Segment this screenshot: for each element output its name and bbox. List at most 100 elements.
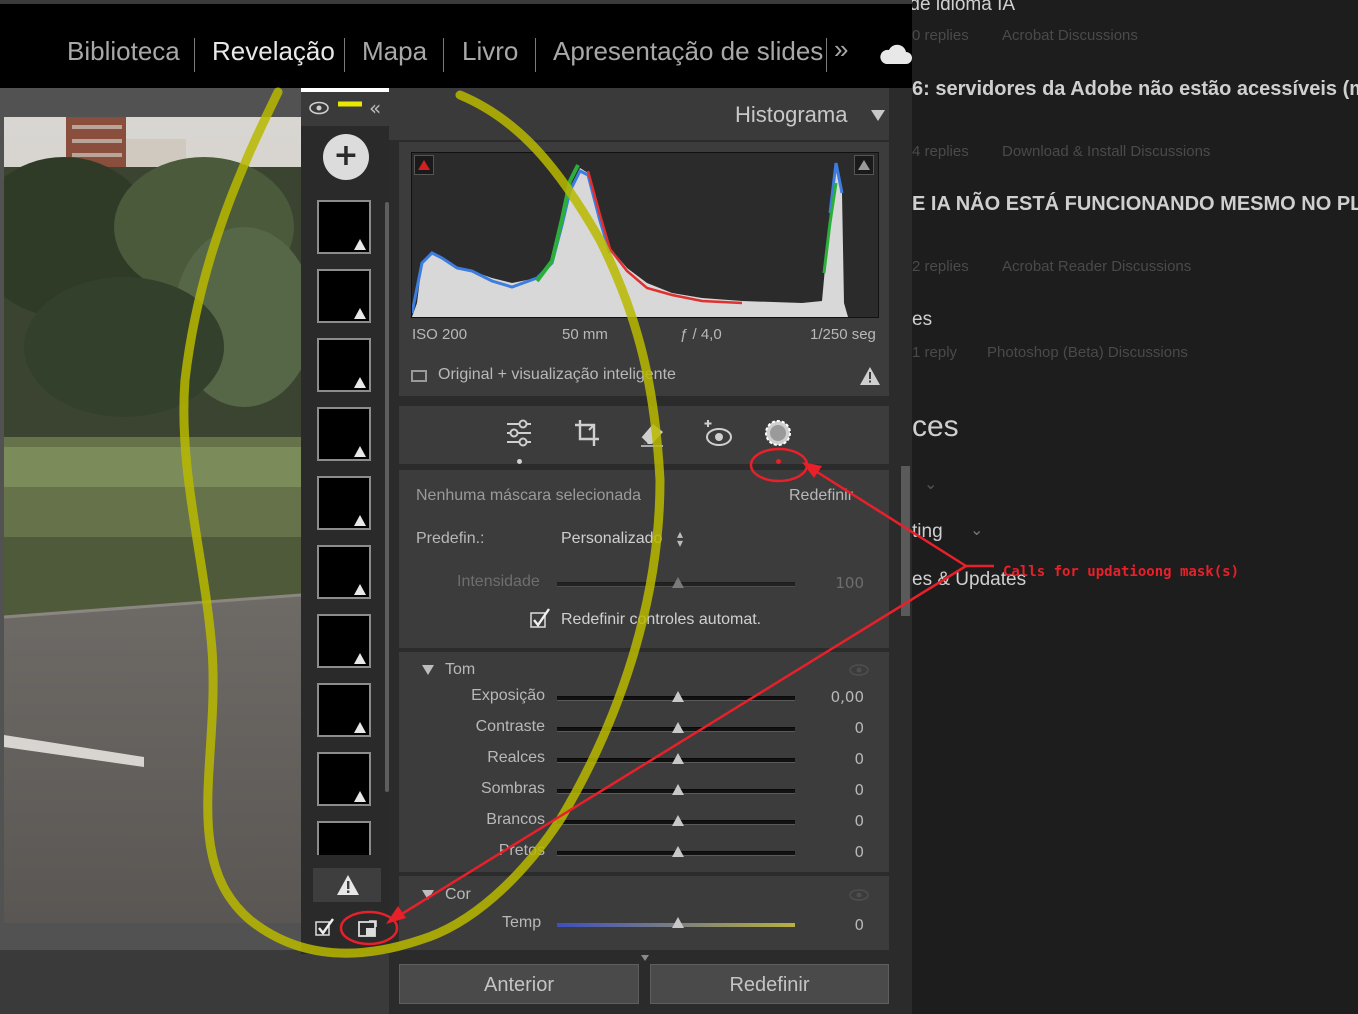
clipping-triangle-icon: [418, 160, 430, 170]
photo-image: [4, 117, 301, 923]
reset-button[interactable]: Redefinir: [650, 964, 889, 1004]
warning-icon: [354, 722, 366, 733]
masking-icon[interactable]: [763, 418, 793, 448]
bg-line: 6: servidores da Adobe não estão acessív…: [912, 78, 1358, 100]
bg-line: Acrobat Reader Discussions: [1002, 258, 1192, 275]
update-masks-icon[interactable]: [357, 918, 379, 938]
shadow-clipping-toggle[interactable]: [414, 155, 434, 175]
mask-thumbnail[interactable]: [317, 269, 371, 323]
mask-thumbnail[interactable]: [317, 338, 371, 392]
mask-thumbnail[interactable]: [317, 545, 371, 599]
photo-bottom-bar: [0, 950, 389, 1014]
tone-slider-knob[interactable]: [672, 753, 684, 764]
warning-icon[interactable]: [859, 366, 881, 386]
crop-icon[interactable]: [573, 418, 601, 448]
histogram-chart: [410, 162, 848, 317]
mask-panel: « +: [301, 92, 393, 954]
develop-panel: Histograma ISO 200 50 mm ƒ / 4,0 1/250 s…: [389, 88, 912, 1014]
more-modules-button[interactable]: »: [834, 34, 848, 65]
collapse-triangle-icon[interactable]: [422, 665, 434, 675]
bg-line: Acrobat Discussions: [1002, 27, 1138, 44]
exif-focal: 50 mm: [562, 326, 608, 343]
warning-button[interactable]: [313, 868, 381, 902]
module-revelacao[interactable]: Revelação: [212, 36, 335, 67]
tone-slider-value: 0: [854, 812, 864, 830]
photo-preview[interactable]: [4, 117, 301, 923]
tone-slider-knob[interactable]: [672, 784, 684, 795]
module-mapa[interactable]: Mapa: [362, 36, 427, 67]
mask-thumbnail[interactable]: [317, 683, 371, 737]
bg-line: ces: [912, 410, 959, 443]
module-livro[interactable]: Livro: [462, 36, 518, 67]
chevron-down-icon: ⌄: [924, 474, 938, 493]
auto-reset-checkbox[interactable]: [529, 607, 553, 629]
collapse-triangle-icon[interactable]: [422, 890, 434, 900]
warning-icon: [354, 584, 366, 595]
bg-line: 1 reply: [912, 344, 958, 361]
scroll-more-icon: [641, 955, 649, 961]
tone-slider-knob[interactable]: [672, 691, 684, 702]
preview-status: Original + visualização inteligente: [438, 366, 676, 383]
tone-slider-knob[interactable]: [672, 722, 684, 733]
clipping-triangle-icon: [858, 160, 870, 170]
edit-sliders-icon[interactable]: [505, 418, 533, 448]
tone-slider-knob[interactable]: [672, 815, 684, 826]
active-tool-dot: [517, 459, 522, 464]
warning-icon: [354, 515, 366, 526]
preset-select[interactable]: Personalizado: [561, 530, 662, 548]
histogram-title[interactable]: Histograma: [735, 102, 847, 128]
tone-slider-label: Sombras: [480, 780, 545, 797]
preview-icon: [411, 370, 427, 382]
warning-icon: [354, 239, 366, 250]
bg-line: Photoshop (Beta) Discussions: [987, 344, 1188, 361]
module-apresentacao[interactable]: Apresentação de slides: [553, 36, 823, 67]
red-eye-icon[interactable]: [703, 418, 733, 448]
intensity-knob[interactable]: [672, 577, 684, 588]
auto-reset-label: Redefinir controles automat.: [561, 611, 762, 628]
warning-icon: [354, 446, 366, 457]
mask-thumbnail[interactable]: [317, 200, 371, 254]
no-mask-label: Nenhuma máscara selecionada: [416, 487, 642, 504]
eye-icon[interactable]: [849, 889, 869, 901]
module-separator: [194, 38, 195, 72]
tone-slider-label: Realces: [487, 749, 545, 766]
temp-label: Temp: [502, 914, 542, 931]
tone-title[interactable]: Tom: [445, 661, 475, 679]
color-title[interactable]: Cor: [445, 886, 471, 904]
eye-icon[interactable]: [849, 664, 869, 676]
reset-mask-button[interactable]: Redefinir: [789, 487, 853, 505]
bg-line: 4 replies: [912, 143, 969, 160]
tone-slider-value: 0: [854, 719, 864, 737]
highlight-clipping-toggle[interactable]: [854, 155, 874, 175]
bg-line: ting: [912, 521, 943, 542]
add-mask-button[interactable]: +: [323, 134, 369, 180]
tone-slider-value: 0: [854, 781, 864, 799]
preset-label: Predefin.:: [416, 530, 485, 547]
tone-slider-value: 0,00: [830, 688, 864, 706]
active-tool-dot: [776, 459, 781, 464]
mask-thumbnail[interactable]: [317, 821, 371, 855]
collapse-triangle-icon[interactable]: [871, 110, 885, 121]
mask-thumbnail[interactable]: [317, 476, 371, 530]
module-biblioteca[interactable]: Biblioteca: [67, 36, 180, 67]
exif-iso: ISO 200: [412, 326, 468, 343]
bg-line: Download & Install Discussions: [1002, 143, 1211, 160]
tone-slider-knob[interactable]: [672, 846, 684, 857]
overlay-toggle-icon[interactable]: [339, 102, 361, 106]
select-arrows-icon[interactable]: ▴ ▾: [677, 528, 683, 549]
collapse-panel-button[interactable]: «: [369, 96, 381, 120]
panel-scrollbar[interactable]: [901, 466, 910, 616]
mask-thumbnail[interactable]: [317, 407, 371, 461]
mask-thumbnail[interactable]: [317, 752, 371, 806]
mask-thumbnail[interactable]: [317, 614, 371, 668]
temp-value: 0: [854, 916, 864, 934]
mask-enable-checkbox[interactable]: [315, 918, 337, 938]
eraser-icon[interactable]: [637, 418, 665, 448]
chevron-down-icon: ⌄: [970, 520, 984, 539]
cloud-icon[interactable]: [878, 40, 912, 66]
temp-knob[interactable]: [672, 917, 684, 928]
exif-aperture: ƒ / 4,0: [680, 326, 722, 343]
previous-button[interactable]: Anterior: [399, 964, 639, 1004]
warning-icon: [354, 377, 366, 388]
eye-icon[interactable]: [309, 101, 329, 115]
